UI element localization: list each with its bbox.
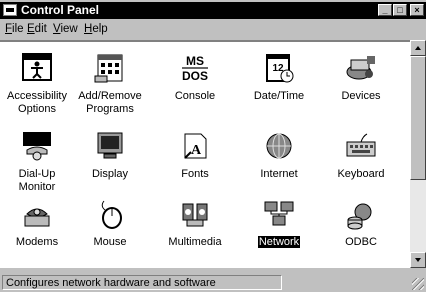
item-label: Devices: [341, 90, 381, 102]
display-icon: [97, 132, 123, 159]
item-label: Network: [257, 236, 301, 248]
internet-icon: [266, 133, 292, 159]
menu-view[interactable]: View: [53, 23, 78, 35]
item-label: Date/Time: [253, 90, 305, 102]
close-button[interactable]: ×: [410, 4, 424, 16]
date-time-icon: 12: [266, 54, 294, 83]
mouse-icon: [101, 200, 122, 229]
dial-up-monitor-icon: [23, 132, 51, 161]
item-label: Add/Remove Programs: [78, 90, 142, 115]
devices-icon: [346, 56, 375, 80]
fonts-icon: A: [184, 133, 207, 159]
menu-file[interactable]: File: [5, 23, 24, 35]
network-icon: [264, 201, 294, 226]
console-icon: MS DOS: [182, 54, 208, 83]
status-bar: Configures network hardware and software: [0, 272, 426, 292]
odbc-icon: [347, 203, 372, 230]
item-label: Mouse: [93, 236, 127, 248]
svg-text:DOS: DOS: [182, 69, 208, 83]
vertical-scrollbar[interactable]: [410, 40, 426, 268]
modems-icon: [24, 208, 50, 227]
item-label: Internet: [260, 168, 298, 180]
arrow-down-icon: [415, 258, 421, 262]
item-label: Display: [91, 168, 129, 180]
control-panel-app-icon[interactable]: [3, 4, 17, 16]
keyboard-icon: [346, 133, 376, 157]
svg-text:MS: MS: [186, 54, 204, 68]
item-label: Modems: [15, 236, 59, 248]
item-label: ODBC: [345, 236, 377, 248]
item-label: Fonts: [181, 168, 209, 180]
control-panel-window: Control Panel _ □ × File Edit View Help …: [0, 0, 426, 292]
svg-text:A: A: [191, 143, 202, 158]
icon-view: Accessibility Options Add/Remove Program…: [0, 40, 410, 268]
maximize-button[interactable]: □: [393, 4, 407, 16]
item-label: Console: [174, 90, 216, 102]
menu-bar: File Edit View Help: [0, 21, 426, 39]
item-label: Accessibility Options: [7, 90, 67, 115]
scroll-up-button[interactable]: [410, 40, 426, 56]
item-label: Keyboard: [337, 168, 385, 180]
window-title: Control Panel: [21, 3, 100, 17]
menu-help[interactable]: Help: [84, 23, 108, 35]
accessibility-icon: [22, 53, 52, 81]
arrow-up-icon: [415, 46, 421, 50]
scroll-thumb[interactable]: [410, 56, 426, 180]
scroll-down-button[interactable]: [410, 252, 426, 268]
title-bar[interactable]: Control Panel _ □ ×: [0, 2, 426, 19]
item-label: Multimedia: [168, 236, 222, 248]
multimedia-icon: [182, 203, 208, 227]
add-remove-programs-icon: [94, 54, 123, 83]
resize-grip-icon[interactable]: [412, 278, 424, 290]
menu-edit[interactable]: Edit: [27, 23, 47, 35]
minimize-button[interactable]: _: [378, 4, 392, 16]
item-label: Dial-Up Monitor: [18, 168, 56, 193]
status-text: Configures network hardware and software: [2, 275, 282, 290]
